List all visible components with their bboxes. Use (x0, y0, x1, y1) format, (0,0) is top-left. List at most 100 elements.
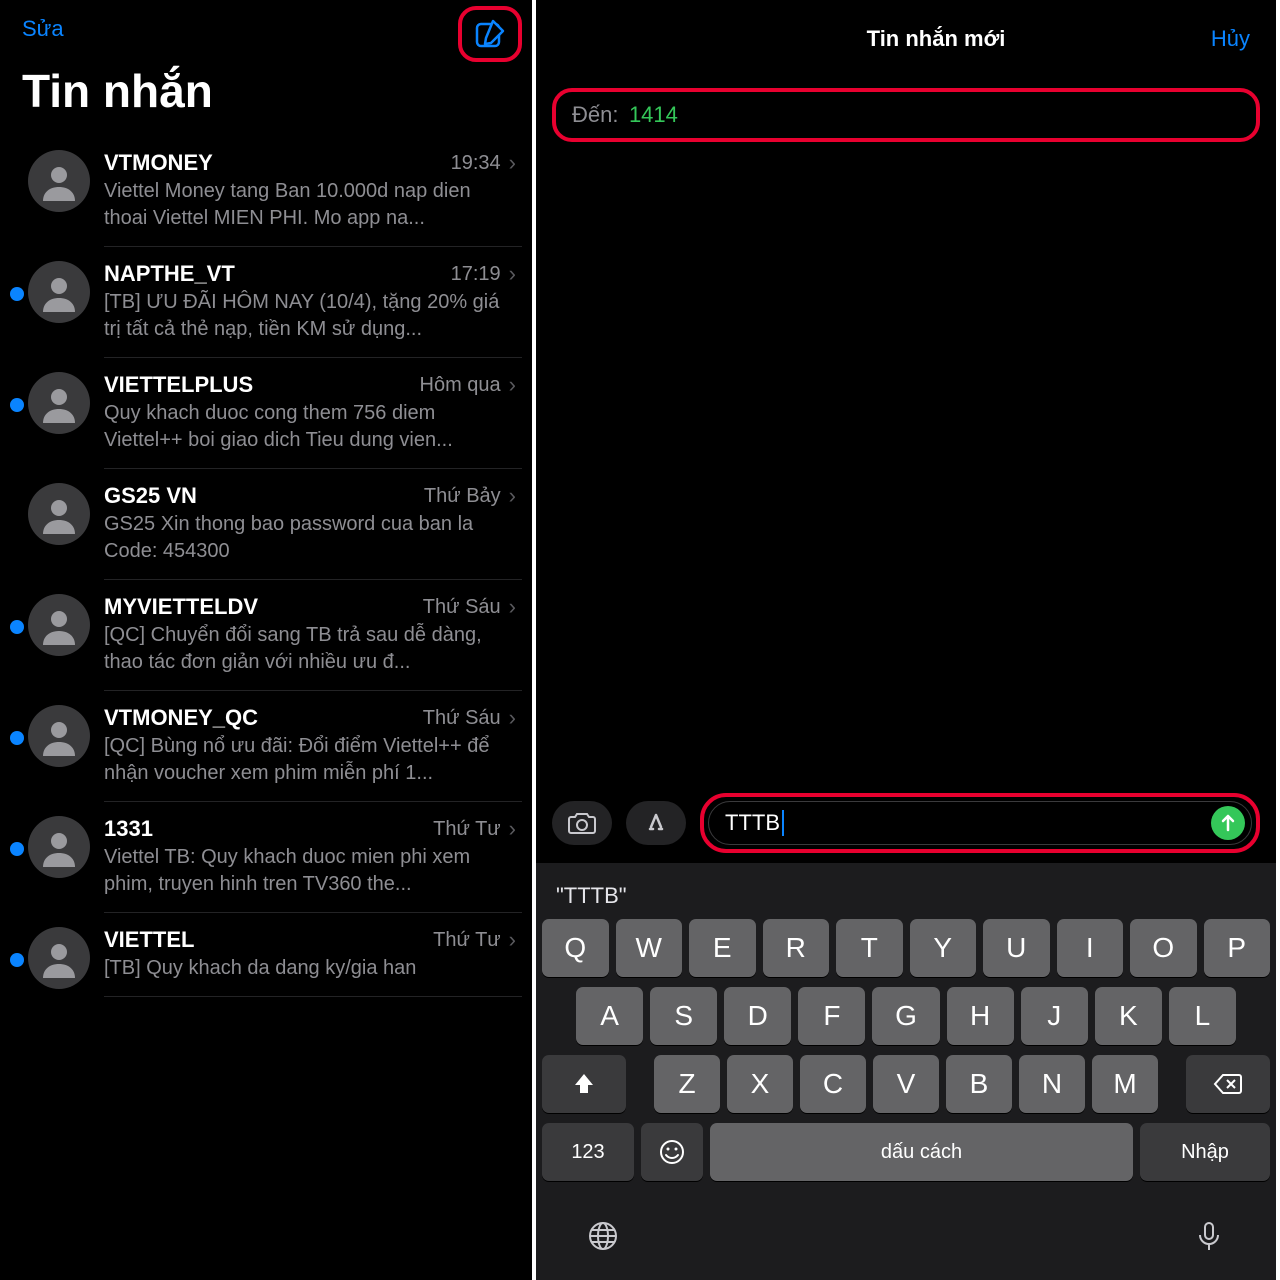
dictation-icon[interactable] (1192, 1219, 1226, 1258)
sender-name: NAPTHE_VT (104, 261, 235, 287)
message-input[interactable]: TTTB (708, 801, 1252, 845)
avatar (28, 261, 90, 323)
conversation-row[interactable]: MYVIETTELDV Thứ Sáu ›[QC] Chuyển đổi sang … (0, 580, 532, 691)
to-label: Đến: (572, 102, 618, 127)
unread-dot (10, 731, 24, 745)
compose-button[interactable] (472, 16, 508, 52)
edit-button[interactable]: Sửa (22, 16, 64, 42)
chevron-right-icon: › (509, 150, 516, 176)
keyboard-key-v[interactable]: V (873, 1055, 939, 1113)
unread-dot (10, 398, 24, 412)
keyboard-key-x[interactable]: X (727, 1055, 793, 1113)
keyboard-key-d[interactable]: D (724, 987, 791, 1045)
message-preview: GS25 Xin thong bao password cua ban la C… (104, 511, 516, 565)
keyboard-key-w[interactable]: W (616, 919, 683, 977)
keyboard-key-return[interactable]: Nhập (1140, 1123, 1270, 1181)
keyboard-key-h[interactable]: H (947, 987, 1014, 1045)
keyboard: "TTTB" QWERTYUIOP ASDFGHJKL ZXCVBNM 123 … (536, 863, 1276, 1280)
message-preview: [QC] Chuyển đổi sang TB trả sau dễ dàng,… (104, 622, 516, 676)
keyboard-key-q[interactable]: Q (542, 919, 609, 977)
message-preview: Quy khach duoc cong them 756 diem Viette… (104, 400, 516, 454)
timestamp: Thứ Bảy (424, 485, 501, 508)
keyboard-key-y[interactable]: Y (910, 919, 977, 977)
sender-name: GS25 VN (104, 483, 197, 509)
conversation-row[interactable]: GS25 VN Thứ Bảy ›GS25 Xin thong bao passwo… (0, 469, 532, 580)
timestamp: Thứ Sáu (423, 707, 501, 730)
sender-name: MYVIETTELDV (104, 594, 258, 620)
keyboard-key-shift[interactable] (542, 1055, 626, 1113)
keyboard-key-m[interactable]: M (1092, 1055, 1158, 1113)
chevron-right-icon: › (509, 483, 516, 509)
keyboard-key-b[interactable]: B (946, 1055, 1012, 1113)
keyboard-key-o[interactable]: O (1130, 919, 1197, 977)
conversation-row[interactable]: VTMONEY_QC Thứ Sáu ›[QC] Bùng nổ ưu đãi: Đ… (0, 691, 532, 802)
keyboard-key-i[interactable]: I (1057, 919, 1124, 977)
sender-name: VIETTELPLUS (104, 372, 253, 398)
cancel-button[interactable]: Hủy (1211, 26, 1250, 52)
to-field[interactable]: 1414 (629, 102, 678, 127)
keyboard-key-g[interactable]: G (872, 987, 939, 1045)
sender-name: VIETTEL (104, 927, 194, 953)
camera-button[interactable] (552, 801, 612, 845)
timestamp: 19:34 (451, 152, 501, 175)
conversation-row[interactable]: NAPTHE_VT17:19›[TB] ƯU ĐÃI HÔM NAY (10/4… (0, 247, 532, 358)
conversation-row[interactable]: VTMONEY 19:34 ›Viettel Money tang Ban 10.0… (0, 136, 532, 247)
keyboard-key-e[interactable]: E (689, 919, 756, 977)
keyboard-key-a[interactable]: A (576, 987, 643, 1045)
unread-dot (10, 842, 24, 856)
timestamp: Thứ Sáu (423, 596, 501, 619)
keyboard-key-t[interactable]: T (836, 919, 903, 977)
new-message-title: Tin nhắn mới (622, 26, 1250, 52)
message-input-highlight: TTTB (700, 793, 1260, 853)
sender-name: 1331 (104, 816, 153, 842)
chevron-right-icon: › (509, 261, 516, 287)
timestamp: Thứ Tư (433, 929, 501, 952)
message-input-text: TTTB (725, 810, 780, 836)
timestamp: Thứ Tư (433, 818, 501, 841)
keyboard-suggestion[interactable]: "TTTB" (542, 871, 1270, 919)
keyboard-key-emoji[interactable] (641, 1123, 703, 1181)
keyboard-key-p[interactable]: P (1204, 919, 1271, 977)
unread-dot (10, 953, 24, 967)
to-field-highlight: Đến: 1414 (552, 88, 1260, 142)
new-message-pane: Tin nhắn mới Hủy Đến: 1414 TTTB (536, 0, 1276, 1280)
keyboard-key-j[interactable]: J (1021, 987, 1088, 1045)
chevron-right-icon: › (509, 594, 516, 620)
globe-icon[interactable] (586, 1219, 620, 1258)
keyboard-key-k[interactable]: K (1095, 987, 1162, 1045)
message-preview: Viettel TB: Quy khach duoc mien phi xem … (104, 844, 516, 898)
keyboard-key-space[interactable]: dấu cách (710, 1123, 1133, 1181)
conversation-row[interactable]: 1331 Thứ Tư ›Viettel TB: Quy khach duoc mi… (0, 802, 532, 913)
message-preview: Viettel Money tang Ban 10.000d nap dien … (104, 178, 516, 232)
keyboard-key-c[interactable]: C (800, 1055, 866, 1113)
messages-list-pane: Sửa Tin nhắn VTMONEY19:34›Viettel Money … (0, 0, 536, 1280)
avatar (28, 594, 90, 656)
sender-name: VTMONEY_QC (104, 705, 258, 731)
sender-name: VTMONEY (104, 150, 213, 176)
keyboard-key-l[interactable]: L (1169, 987, 1236, 1045)
message-preview: [TB] ƯU ĐÃI HÔM NAY (10/4), tặng 20% giá… (104, 289, 516, 343)
send-button[interactable] (1211, 806, 1245, 840)
app-store-button[interactable] (626, 801, 686, 845)
keyboard-key-u[interactable]: U (983, 919, 1050, 977)
keyboard-key-n[interactable]: N (1019, 1055, 1085, 1113)
keyboard-key-z[interactable]: Z (654, 1055, 720, 1113)
chevron-right-icon: › (509, 372, 516, 398)
conversation-row[interactable]: VIETTELPLUSHôm qua›Quy khach duoc cong t… (0, 358, 532, 469)
keyboard-key-f[interactable]: F (798, 987, 865, 1045)
avatar (28, 927, 90, 989)
chevron-right-icon: › (509, 816, 516, 842)
page-title: Tin nhắn (0, 48, 532, 136)
keyboard-key-123[interactable]: 123 (542, 1123, 634, 1181)
message-preview: [QC] Bùng nổ ưu đãi: Đổi điểm Viettel++ … (104, 733, 516, 787)
chevron-right-icon: › (509, 705, 516, 731)
avatar (28, 705, 90, 767)
avatar (28, 372, 90, 434)
keyboard-key-delete[interactable] (1186, 1055, 1270, 1113)
compose-highlight (458, 6, 522, 62)
conversation-row[interactable]: VIETTELThứ Tư›[TB] Quy khach da dang ky/… (0, 913, 532, 997)
keyboard-key-r[interactable]: R (763, 919, 830, 977)
chevron-right-icon: › (509, 927, 516, 953)
avatar (28, 483, 90, 545)
keyboard-key-s[interactable]: S (650, 987, 717, 1045)
